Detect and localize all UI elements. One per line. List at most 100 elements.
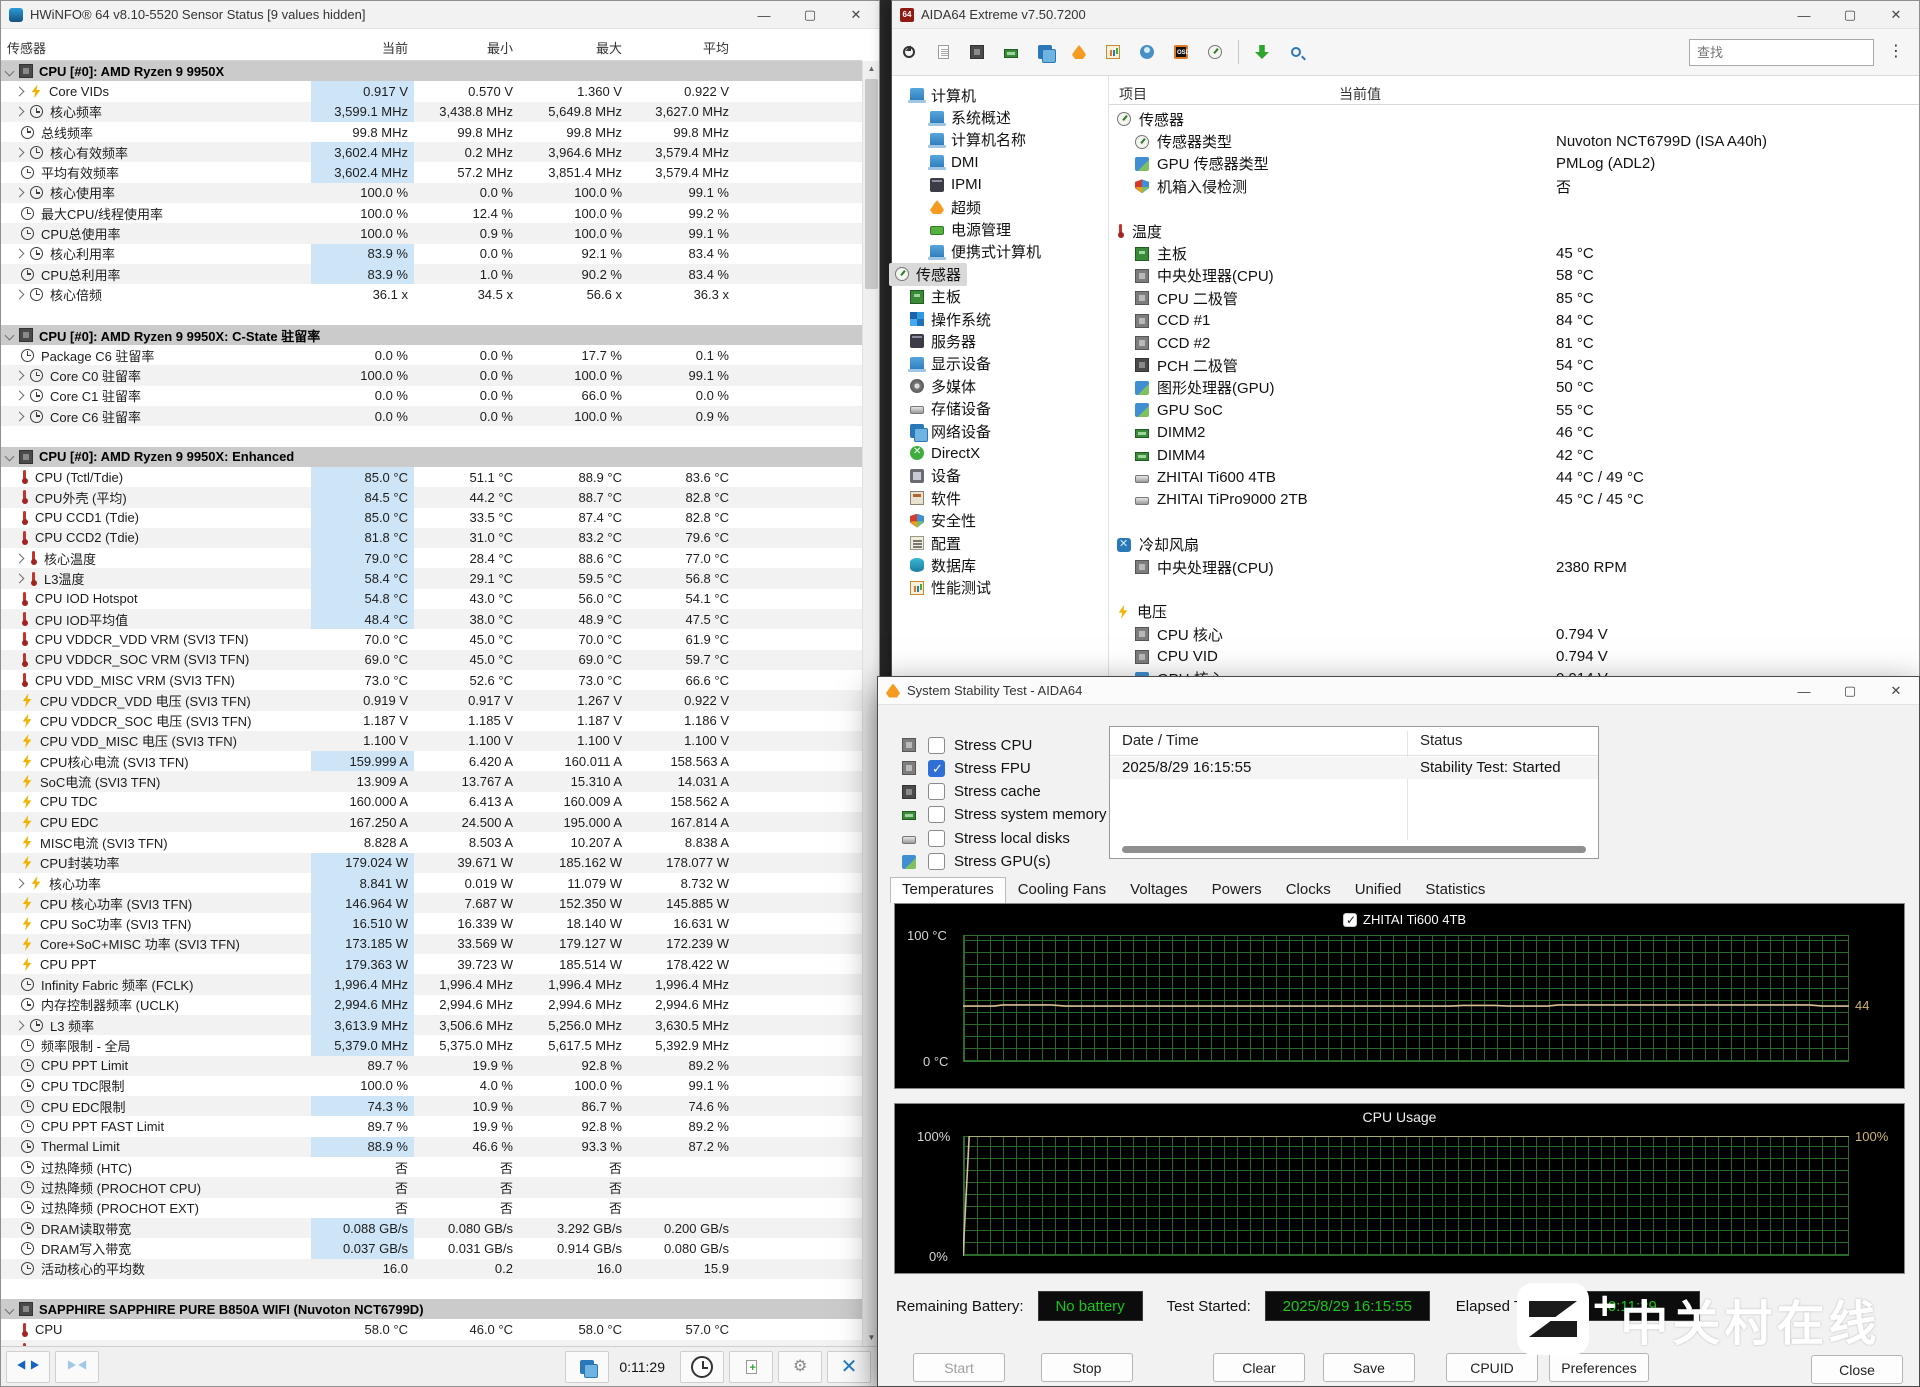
- column-value[interactable]: 当前值: [1339, 84, 1381, 104]
- sidebar-item-数据库[interactable]: 数据库: [892, 554, 1108, 576]
- table-row[interactable]: 核心利用率 83.9 % 0.0 % 92.1 % 83.4 %: [1, 243, 864, 264]
- stability-test-button[interactable]: [1062, 35, 1096, 69]
- sensor-panel-button[interactable]: [1198, 35, 1232, 69]
- table-row[interactable]: 核心温度 79.0 °C 28.4 °C 88.6 °C 77.0 °C: [1, 548, 864, 569]
- table-row[interactable]: Core VIDs 0.917 V 0.570 V 1.360 V 0.922 V: [1, 81, 864, 102]
- sidebar-item-DirectX[interactable]: DirectX: [892, 442, 1108, 464]
- table-row[interactable]: CPU TDC限制 100.0 % 4.0 % 100.0 % 99.1 %: [1, 1076, 864, 1096]
- checkbox[interactable]: [928, 806, 945, 824]
- table-row[interactable]: CPU IOD Hotspot 54.8 °C 43.0 °C 56.0 °C 54.1…: [1, 588, 864, 610]
- sidebar-item-便携式计算机[interactable]: 便携式计算机: [892, 241, 1108, 263]
- sidebar-item-电源管理[interactable]: 电源管理: [892, 218, 1108, 240]
- close-icon[interactable]: ✕: [1873, 677, 1919, 705]
- sensor-row[interactable]: 冷却风扇: [1109, 533, 1919, 555]
- legend-checkbox[interactable]: [1343, 912, 1357, 927]
- table-row[interactable]: CPU VDDCR_VDD 电压 (SVI3 TFN) 0.919 V 0.917 …: [1, 690, 864, 711]
- sensor-row[interactable]: 传感器: [1109, 108, 1919, 130]
- tab-temperatures[interactable]: Temperatures: [890, 877, 1006, 903]
- table-row[interactable]: CPU (Tctl/Tdie) 85.0 °C 51.1 °C 88.9 °C 83.6…: [1, 466, 864, 488]
- table-row[interactable]: CPU VDD_MISC VRM (SVI3 TFN) 73.0 °C 52.6 °…: [1, 670, 864, 690]
- sensor-row[interactable]: CCD #1 84 °C: [1109, 310, 1919, 332]
- table-row[interactable]: 核心使用率 100.0 % 0.0 % 100.0 % 99.1 %: [1, 182, 864, 204]
- table-row[interactable]: 核心功率 8.841 W 0.019 W 11.079 W 8.732 W: [1, 872, 864, 894]
- table-row[interactable]: CPU核心电流 (SVI3 TFN) 159.999 A 6.420 A 160.01…: [1, 751, 864, 772]
- clear-button[interactable]: Clear: [1213, 1353, 1305, 1382]
- swap-columns-button[interactable]: ⯇⯈: [6, 1350, 50, 1383]
- sensor-row[interactable]: DIMM2 46 °C: [1109, 421, 1919, 443]
- maximize-icon[interactable]: ▢: [1827, 677, 1873, 705]
- sidebar-item-性能测试[interactable]: 性能测试: [892, 577, 1108, 599]
- sidebar-item-设备[interactable]: 设备: [892, 465, 1108, 487]
- sidebar-item-主板[interactable]: 主板: [892, 286, 1108, 308]
- maximize-icon[interactable]: ▢: [787, 1, 833, 29]
- table-row[interactable]: CPU总使用率 100.0 % 0.9 % 100.0 % 99.1 %: [1, 223, 864, 244]
- sensor-row[interactable]: GPU 传感器类型 PMLog (ADL2): [1109, 153, 1919, 175]
- table-row[interactable]: CPU CCD2 (Tdie) 81.8 °C 31.0 °C 83.2 °C 79.6…: [1, 527, 864, 549]
- maximize-icon[interactable]: ▢: [1827, 1, 1873, 29]
- stress-option-stress-fpu[interactable]: Stress FPU: [902, 758, 1031, 778]
- column-min[interactable]: 最小: [419, 38, 513, 57]
- sidebar-item-操作系统[interactable]: 操作系统: [892, 308, 1108, 330]
- column-sensor[interactable]: 传感器: [7, 38, 46, 57]
- table-row[interactable]: 活动核心的平均数 16.0 0.2 16.0 15.9: [1, 1258, 864, 1279]
- sensor-row[interactable]: GPU SoC 55 °C: [1109, 399, 1919, 421]
- sidebar-item-计算机[interactable]: 计算机: [892, 84, 1108, 106]
- sidebar-item-超频[interactable]: 超频: [892, 196, 1108, 218]
- table-row[interactable]: CPU外壳 (平均) 84.5 °C 44.2 °C 88.7 °C 82.8 °C: [1, 487, 864, 508]
- table-row[interactable]: 内存控制器频率 (UCLK) 2,994.6 MHz 2,994.6 MHz 2,99…: [1, 994, 864, 1015]
- table-row[interactable]: L3温度 58.4 °C 29.1 °C 59.5 °C 56.8 °C: [1, 568, 864, 589]
- user-button[interactable]: [1130, 35, 1164, 69]
- sensor-row[interactable]: 温度: [1109, 220, 1919, 242]
- chart1-legend[interactable]: ZHITAI Ti600 4TB: [1343, 912, 1466, 927]
- refresh-button[interactable]: [892, 35, 926, 69]
- table-row[interactable]: Thermal Limit 88.9 % 46.6 % 93.3 % 87.2 %: [1, 1136, 864, 1158]
- table-row[interactable]: MISC电流 (SVI3 TFN) 8.828 A 8.503 A 10.207 A 8…: [1, 832, 864, 852]
- sidebar-item-DMI[interactable]: DMI: [892, 151, 1108, 173]
- sensor-row[interactable]: ZHITAI TiPro9000 2TB 45 °C / 45 °C: [1109, 489, 1919, 511]
- sidebar-item-存储设备[interactable]: 存储设备: [892, 397, 1108, 419]
- table-row[interactable]: Core C1 驻留率 0.0 % 0.0 % 66.0 % 0.0 %: [1, 386, 864, 406]
- table-row[interactable]: CPU CCD1 (Tdie) 85.0 °C 33.5 °C 87.4 °C 82.8…: [1, 507, 864, 528]
- table-row[interactable]: 过热降频 (PROCHOT CPU) 否 否 否: [1, 1177, 864, 1198]
- stress-option-stress-cpu[interactable]: Stress CPU: [902, 735, 1032, 755]
- table-row[interactable]: CPU IOD平均值 48.4 °C 38.0 °C 48.9 °C 47.5 °C: [1, 609, 864, 630]
- table-row[interactable]: CPU 核心功率 (SVI3 TFN) 146.964 W 7.687 W 152.3…: [1, 893, 864, 914]
- table-row[interactable]: Core C6 驻留率 0.0 % 0.0 % 100.0 % 0.9 %: [1, 406, 864, 427]
- table-row[interactable]: 过热降频 (HTC) 否 否 否: [1, 1157, 864, 1177]
- table-row[interactable]: 最大CPU/线程使用率 100.0 % 12.4 % 100.0 % 99.2 %: [1, 203, 864, 223]
- checkbox[interactable]: [928, 829, 945, 847]
- table-row[interactable]: Package C6 驻留率 0.0 % 0.0 % 17.7 % 0.1 %: [1, 345, 864, 365]
- log-horizontal-scrollbar[interactable]: [1122, 846, 1586, 853]
- table-row[interactable]: Infinity Fabric 频率 (FCLK) 1,996.4 MHz 1,99…: [1, 974, 864, 995]
- sidebar-item-软件[interactable]: 软件: [892, 487, 1108, 509]
- stop-button[interactable]: Stop: [1041, 1353, 1133, 1382]
- sidebar-item-系统概述[interactable]: 系统概述: [892, 106, 1108, 128]
- table-row[interactable]: CPU EDC 167.250 A 24.500 A 195.000 A 167.814…: [1, 811, 864, 833]
- table-row[interactable]: CPU 58.0 °C 46.0 °C 58.0 °C 57.0 °C: [1, 1319, 864, 1339]
- column-item[interactable]: 项目: [1119, 84, 1147, 104]
- table-row[interactable]: 核心频率 3,599.1 MHz 3,438.8 MHz 5,649.8 MHz 3,6…: [1, 101, 864, 122]
- table-row[interactable]: 平均有效频率 3,602.4 MHz 57.2 MHz 3,851.4 MHz 3,57…: [1, 162, 864, 183]
- sensor-group-header[interactable]: CPU [#0]: AMD Ryzen 9 9950X: Enhanced: [1, 446, 864, 467]
- sensor-row[interactable]: 主板 45 °C: [1109, 242, 1919, 264]
- close-icon[interactable]: ✕: [1873, 1, 1919, 29]
- scrollbar-thumb[interactable]: [865, 79, 878, 289]
- search-input[interactable]: [1689, 39, 1874, 66]
- sensor-row[interactable]: CCD #2 81 °C: [1109, 332, 1919, 354]
- sidebar-item-计算机名称[interactable]: 计算机名称: [892, 129, 1108, 151]
- sidebar-item-安全性[interactable]: 安全性: [892, 509, 1108, 531]
- sensor-row[interactable]: CPU 核心 0.794 V: [1109, 623, 1919, 645]
- tab-voltages[interactable]: Voltages: [1118, 877, 1200, 903]
- tab-statistics[interactable]: Statistics: [1413, 877, 1497, 903]
- stress-option-stress-cache[interactable]: Stress cache: [902, 782, 1041, 802]
- table-row[interactable]: CPU PPT Limit 89.7 % 19.9 % 92.8 % 89.2 %: [1, 1055, 864, 1076]
- cpu-info-button[interactable]: [960, 35, 994, 69]
- preferences-button[interactable]: Preferences: [1549, 1353, 1649, 1382]
- hwinfo-titlebar[interactable]: HWiNFO® 64 v8.10-5520 Sensor Status [9 v…: [1, 1, 879, 29]
- minimize-icon[interactable]: —: [1781, 1, 1827, 29]
- checkbox[interactable]: [928, 736, 945, 754]
- search-button[interactable]: [1279, 35, 1313, 69]
- download-button[interactable]: [1245, 35, 1279, 69]
- logging-button[interactable]: [729, 1350, 773, 1383]
- table-row[interactable]: CPU VDDCR_SOC 电压 (SVI3 TFN) 1.187 V 1.185 …: [1, 711, 864, 731]
